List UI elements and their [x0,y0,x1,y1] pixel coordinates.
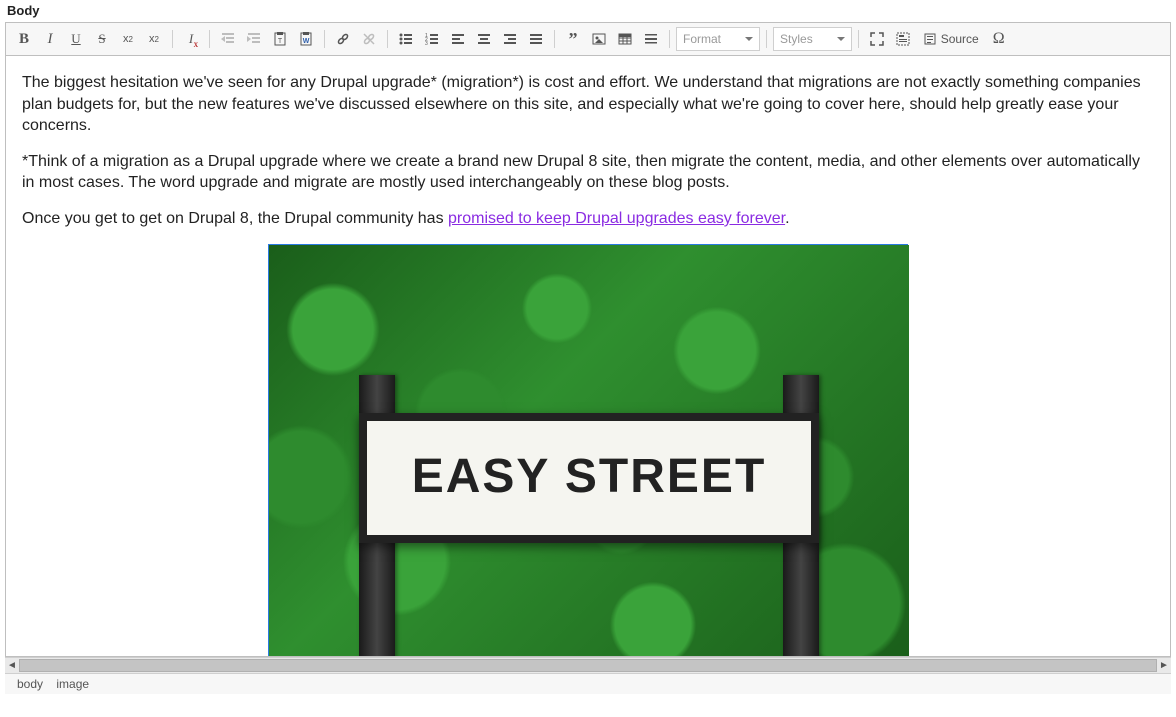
scroll-thumb[interactable] [19,659,1157,672]
italic-button[interactable]: I [38,27,62,51]
toolbar-separator [669,30,670,48]
numbered-list-button[interactable]: 123 [420,27,444,51]
horizontal-scrollbar[interactable]: ◄ ► [5,657,1171,673]
special-char-button[interactable]: Ω [987,27,1011,51]
styles-combo[interactable]: Styles [773,27,852,51]
content-link[interactable]: promised to keep Drupal upgrades easy fo… [448,210,785,227]
image-button[interactable] [587,27,611,51]
source-button[interactable]: Source [917,27,985,51]
align-center-button[interactable] [472,27,496,51]
subscript-button[interactable]: x2 [142,27,166,51]
svg-text:T: T [278,38,283,45]
superscript-button[interactable]: x2 [116,27,140,51]
elements-path-bar: body image [5,673,1171,694]
maximize-button[interactable] [865,27,889,51]
horizontal-line-button[interactable] [639,27,663,51]
blockquote-button[interactable]: ” [561,27,585,51]
format-combo-label: Format [683,32,721,46]
selected-image-block[interactable]: EASY STREET Image by Pete Linforth from … [268,244,908,656]
toolbar-separator [209,30,210,48]
embedded-image[interactable]: EASY STREET [269,245,909,656]
unlink-button[interactable] [357,27,381,51]
align-right-button[interactable] [498,27,522,51]
paste-word-button[interactable]: W [294,27,318,51]
text-run: Once you get to get on Drupal 8, the Dru… [22,210,448,227]
outdent-button[interactable] [216,27,240,51]
show-blocks-button[interactable] [891,27,915,51]
bold-button[interactable]: B [12,27,36,51]
scroll-right-icon[interactable]: ► [1157,658,1171,673]
indent-button[interactable] [242,27,266,51]
content-paragraph[interactable]: Once you get to get on Drupal 8, the Dru… [22,208,1154,230]
content-paragraph[interactable]: The biggest hesitation we've seen for an… [22,72,1154,137]
svg-text:3: 3 [425,41,428,47]
toolbar-separator [766,30,767,48]
styles-combo-label: Styles [780,32,813,46]
align-left-button[interactable] [446,27,470,51]
bulleted-list-button[interactable] [394,27,418,51]
ckeditor: B I U S x2 x2 Ix T W [5,22,1171,657]
link-button[interactable] [331,27,355,51]
align-justify-button[interactable] [524,27,548,51]
underline-button[interactable]: U [64,27,88,51]
toolbar-separator [387,30,388,48]
text-run: . [785,210,789,227]
path-item-image[interactable]: image [56,677,89,691]
remove-format-button[interactable]: Ix [179,27,203,51]
toolbar-separator [554,30,555,48]
caret-down-icon [745,37,753,41]
image-sign-text: EASY STREET [359,413,819,543]
source-button-label: Source [941,32,979,46]
format-combo[interactable]: Format [676,27,760,51]
source-icon [923,32,937,46]
toolbar-separator [172,30,173,48]
path-item-body[interactable]: body [17,677,43,691]
field-label-body: Body [1,1,1175,22]
editor-toolbar: B I U S x2 x2 Ix T W [6,23,1170,56]
caret-down-icon [837,37,845,41]
table-button[interactable] [613,27,637,51]
content-paragraph[interactable]: *Think of a migration as a Drupal upgrad… [22,151,1154,194]
scroll-left-icon[interactable]: ◄ [5,658,19,673]
strikethrough-button[interactable]: S [90,27,114,51]
paste-text-button[interactable]: T [268,27,292,51]
editor-content[interactable]: The biggest hesitation we've seen for an… [6,56,1170,656]
svg-text:W: W [303,38,310,45]
toolbar-separator [858,30,859,48]
toolbar-separator [324,30,325,48]
